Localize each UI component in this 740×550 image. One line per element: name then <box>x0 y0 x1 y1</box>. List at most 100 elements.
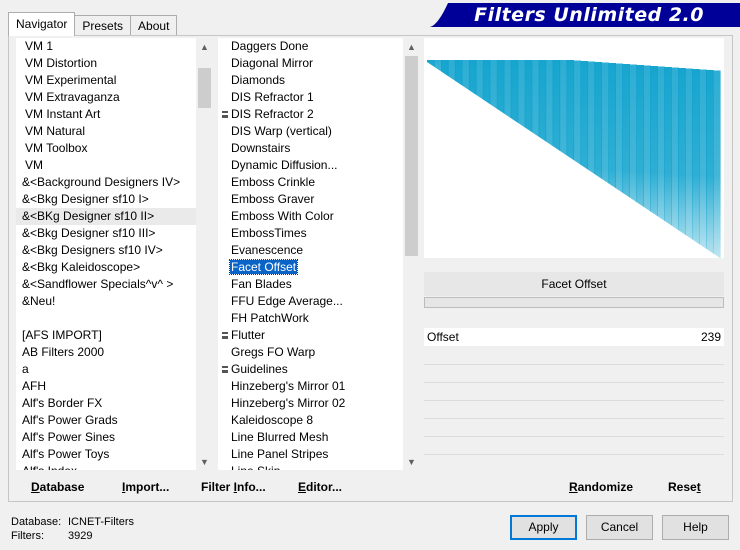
filter-group-icon <box>222 111 228 118</box>
progress-bar <box>424 297 724 308</box>
category-scrollbar[interactable]: ▲ ▼ <box>196 38 213 470</box>
category-item[interactable]: VM Toolbox <box>16 140 213 157</box>
filter-item[interactable]: Hinzeberg's Mirror 02 <box>218 395 420 412</box>
filter-item[interactable]: Fan Blades <box>218 276 420 293</box>
category-item[interactable]: Alf's Border FX <box>16 395 213 412</box>
filter-item[interactable]: DIS Refractor 1 <box>218 89 420 106</box>
filter-item[interactable]: Gregs FO Warp <box>218 344 420 361</box>
filter-item[interactable]: Emboss Crinkle <box>218 174 420 191</box>
category-item[interactable]: a <box>16 361 213 378</box>
filter-item[interactable]: Line Blurred Mesh <box>218 429 420 446</box>
filter-item-label: Emboss Graver <box>231 192 315 206</box>
category-list[interactable]: VM 1 VM Distortion VM Experimental VM Extra… <box>16 38 213 470</box>
filter-info-button[interactable]: Filter Info... <box>201 480 266 494</box>
filter-item-label: Line Blurred Mesh <box>231 430 329 444</box>
param-label: Offset <box>427 330 459 344</box>
apply-button[interactable]: Apply <box>510 515 577 540</box>
filter-item-label: Flutter <box>231 328 266 342</box>
editor-button[interactable]: Editor... <box>298 480 342 494</box>
category-item[interactable]: VM Natural <box>16 123 213 140</box>
filter-item[interactable]: Downstairs <box>218 140 420 157</box>
tab-navigator[interactable]: Navigator <box>8 12 76 36</box>
empty-param-slot <box>424 436 724 437</box>
category-item[interactable]: &<Bkg Kaleidoscope> <box>16 259 213 276</box>
filter-item[interactable]: DIS Warp (vertical) <box>218 123 420 140</box>
category-item[interactable]: Alf's Power Grads <box>16 412 213 429</box>
filter-item[interactable]: Emboss With Color <box>218 208 420 225</box>
category-item[interactable]: VM Extravaganza <box>16 89 213 106</box>
filter-item[interactable]: FFU Edge Average... <box>218 293 420 310</box>
empty-param-slot <box>424 454 724 455</box>
category-item[interactable]: Alf's Power Sines <box>16 429 213 446</box>
scroll-down-icon[interactable]: ▼ <box>196 453 213 470</box>
category-item[interactable]: VM <box>16 157 213 174</box>
category-item[interactable]: &<Bkg Designer sf10 I> <box>16 191 213 208</box>
param-row-offset[interactable]: Offset 239 <box>424 328 724 346</box>
filter-item[interactable]: Hinzeberg's Mirror 01 <box>218 378 420 395</box>
filter-item[interactable]: Guidelines <box>218 361 420 378</box>
filter-item[interactable]: Dynamic Diffusion... <box>218 157 420 174</box>
scroll-up-icon[interactable]: ▲ <box>196 38 213 55</box>
filter-item[interactable]: Emboss Graver <box>218 191 420 208</box>
filter-group-icon <box>222 332 228 339</box>
selected-filter-name: Facet Offset <box>424 272 724 296</box>
filter-item-label: Dynamic Diffusion... <box>231 158 338 172</box>
filter-item[interactable]: Kaleidoscope 8 <box>218 412 420 429</box>
category-item[interactable]: &<BKg Designer sf10 II> <box>16 208 213 225</box>
category-item[interactable]: VM Instant Art <box>16 106 213 123</box>
category-item[interactable]: &<Bkg Designer sf10 III> <box>16 225 213 242</box>
empty-param-slot <box>424 400 724 401</box>
filter-item[interactable]: Line Skin <box>218 463 420 470</box>
database-button[interactable]: Database <box>31 480 84 494</box>
filter-item-label: Hinzeberg's Mirror 01 <box>231 379 346 393</box>
filter-item[interactable]: Diagonal Mirror <box>218 55 420 72</box>
help-button[interactable]: Help <box>662 515 729 540</box>
category-item[interactable]: VM Distortion <box>16 55 213 72</box>
database-value: ICNET-Filters <box>68 516 134 528</box>
category-item[interactable]: VM 1 <box>16 38 213 55</box>
randomize-button[interactable]: Randomize <box>569 480 633 494</box>
filter-list[interactable]: Daggers Done Diagonal Mirror Diamonds DIS R… <box>218 38 420 470</box>
category-item[interactable]: &<Background Designers IV> <box>16 174 213 191</box>
preview-stripe <box>678 68 686 258</box>
cancel-button[interactable]: Cancel <box>586 515 653 540</box>
filter-item-label: DIS Warp (vertical) <box>231 124 332 138</box>
filters-count: 3929 <box>68 530 93 542</box>
category-item[interactable]: [AFS IMPORT] <box>16 327 213 344</box>
filter-item[interactable]: Evanescence <box>218 242 420 259</box>
filter-item-label: DIS Refractor 1 <box>231 90 314 104</box>
filter-item[interactable]: FH PatchWork <box>218 310 420 327</box>
category-item[interactable]: &<Sandflower Specials^v^ > <box>16 276 213 293</box>
category-item[interactable]: AB Filters 2000 <box>16 344 213 361</box>
scroll-up-icon[interactable]: ▲ <box>403 38 420 55</box>
parameter-panel: Offset 239 <box>424 328 724 470</box>
filter-item[interactable]: DIS Refractor 2 <box>218 106 420 123</box>
filter-item-label: FFU Edge Average... <box>231 294 343 308</box>
category-item[interactable]: &<Bkg Designers sf10 IV> <box>16 242 213 259</box>
category-item[interactable]: Alf's Power Toys <box>16 446 213 463</box>
filter-item[interactable]: Facet Offset <box>218 259 420 276</box>
filter-scrollbar[interactable]: ▲ ▼ <box>403 38 420 470</box>
filter-item[interactable]: Daggers Done <box>218 38 420 55</box>
category-item[interactable] <box>16 310 213 327</box>
import-button[interactable]: Import... <box>122 480 169 494</box>
empty-param-slot <box>424 364 724 365</box>
filters-label: Filters: <box>11 530 44 542</box>
category-item[interactable]: &Neu! <box>16 293 213 310</box>
filter-item-label: Kaleidoscope 8 <box>231 413 314 427</box>
preview-top-margin <box>424 38 724 60</box>
reset-button[interactable]: Reset <box>668 480 701 494</box>
category-item[interactable]: Alf's Index <box>16 463 213 470</box>
tab-presets[interactable]: Presets <box>74 15 132 36</box>
tab-about[interactable]: About <box>130 15 178 36</box>
filter-item[interactable]: Line Panel Stripes <box>218 446 420 463</box>
scroll-thumb[interactable] <box>405 56 418 256</box>
filter-item[interactable]: Diamonds <box>218 72 420 89</box>
scroll-thumb[interactable] <box>198 68 211 108</box>
scroll-down-icon[interactable]: ▼ <box>403 453 420 470</box>
filter-item[interactable]: Flutter <box>218 327 420 344</box>
filter-item[interactable]: EmbossTimes <box>218 225 420 242</box>
category-item[interactable]: AFH <box>16 378 213 395</box>
filter-item-label: Evanescence <box>231 243 304 257</box>
category-item[interactable]: VM Experimental <box>16 72 213 89</box>
